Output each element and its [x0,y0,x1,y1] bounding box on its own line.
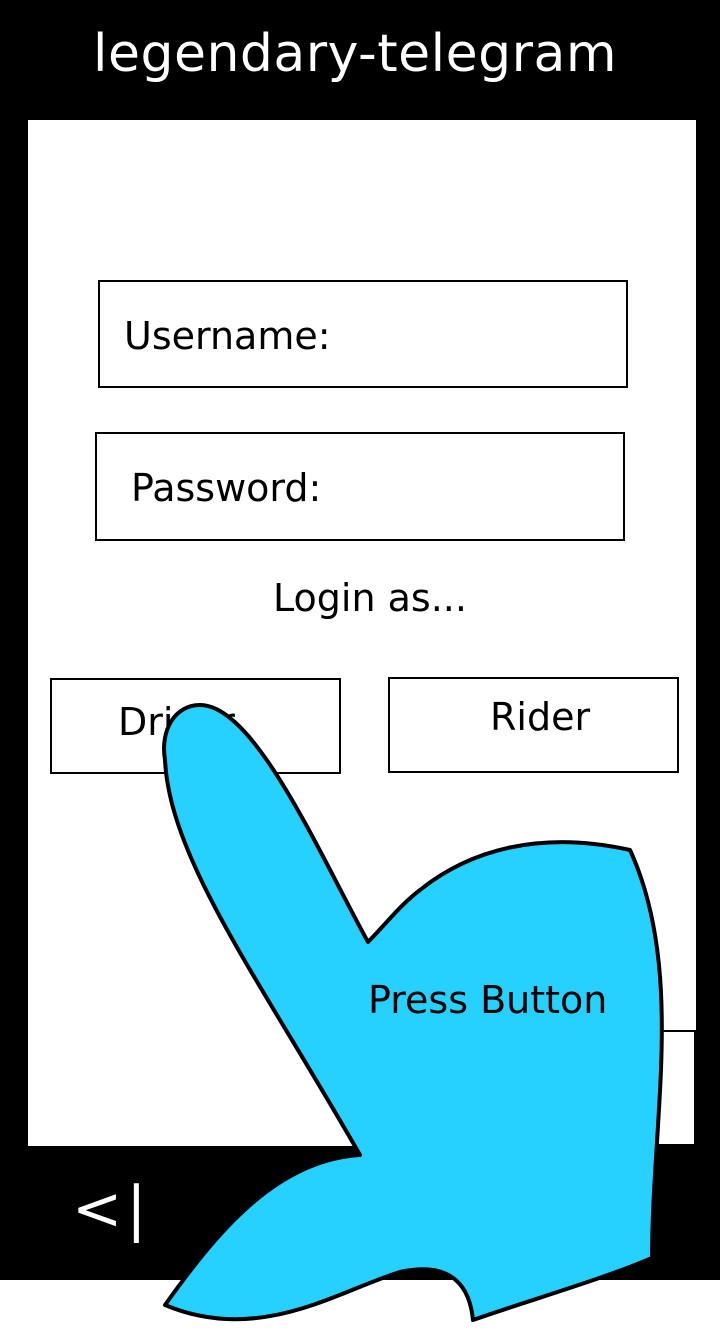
phone-frame: legendary-telegram Username: Password: L… [0,0,720,1280]
password-field[interactable]: Password: [95,432,625,541]
driver-button[interactable]: Driver [50,678,341,774]
rider-button-label: Rider [490,695,591,739]
login-as-label: Login as... [273,576,467,620]
press-button-annotation: Press Button [368,978,608,1022]
partially-hidden-button[interactable] [520,1030,696,1146]
app-title: legendary-telegram [93,24,617,84]
username-field[interactable]: Username: [98,280,628,388]
driver-button-label: Driver [118,700,235,744]
username-label: Username: [124,314,331,358]
rider-button[interactable]: Rider [388,677,679,773]
password-label: Password: [131,466,322,510]
back-button[interactable]: <| [72,1174,151,1244]
